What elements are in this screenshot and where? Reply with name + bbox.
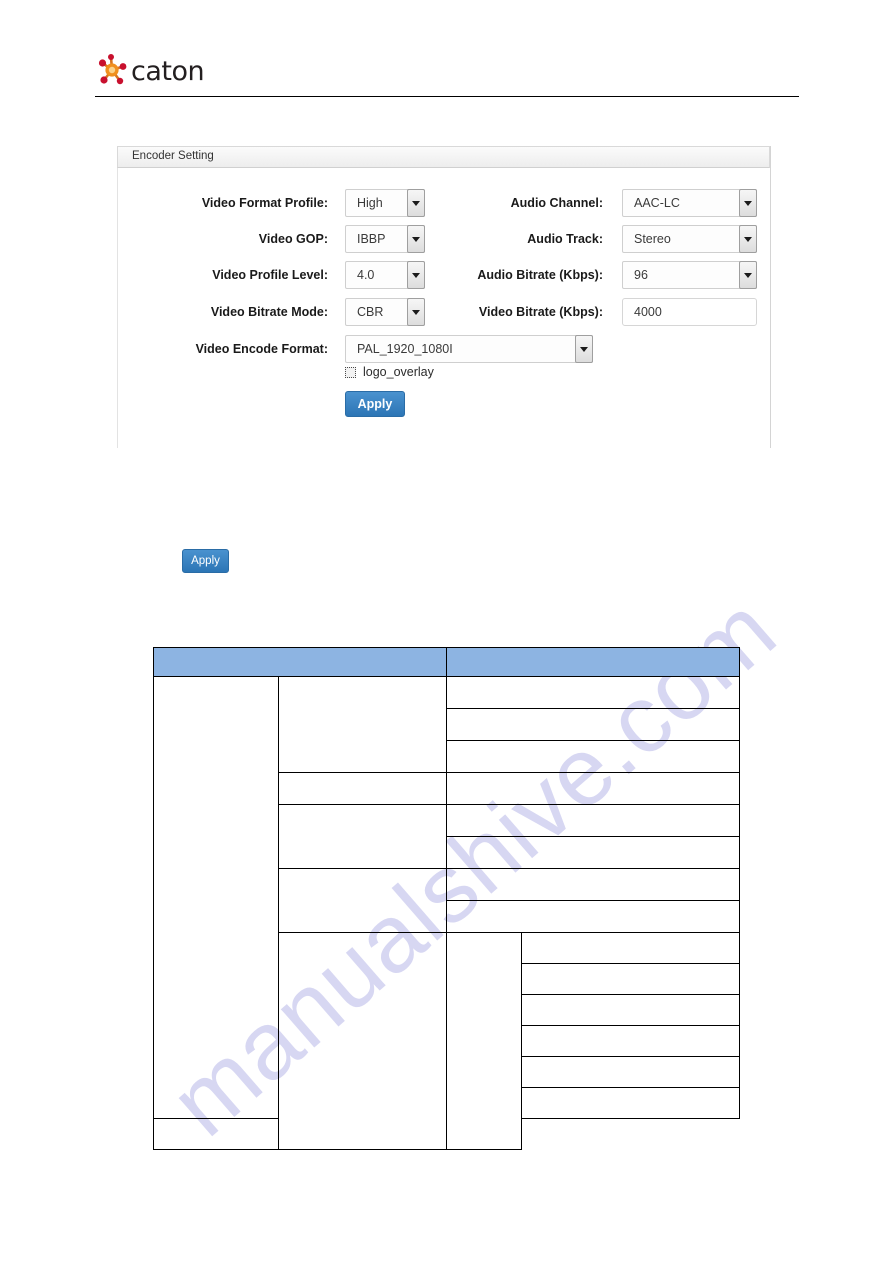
caton-molecule-logo-icon [96,53,130,87]
table-cell-detail [521,1087,740,1119]
panel-body: Video Format Profile: High Video GOP: IB… [117,168,770,448]
table-header-cell-2 [446,647,740,677]
select-video-bitrate-mode[interactable]: CBR [345,298,425,326]
table-cell-value [446,836,740,869]
table-cell-detail [521,994,740,1026]
table-cell-category [153,676,279,1119]
select-value-audio-track: Stereo [634,232,671,246]
table-cell-detail [521,1056,740,1088]
label-video-bitrate-mode: Video Bitrate Mode: [210,305,328,319]
label-video-gop: Video GOP: [258,232,328,246]
field-row-audio-bitrate: Audio Bitrate (Kbps): 96 [458,261,768,289]
select-audio-bitrate[interactable]: 96 [622,261,757,289]
table-cell-detail [521,932,740,964]
specification-table [153,647,740,1150]
table-row [153,676,740,1119]
label-audio-track: Audio Track: [527,232,603,246]
logo-overlay-row[interactable]: logo_overlay [345,365,434,379]
label-video-encode-format: Video Encode Format: [195,342,328,356]
panel-title: Encoder Setting [132,150,214,162]
table-cell-value [446,900,740,933]
chevron-down-icon[interactable] [407,298,425,326]
table-header-row [153,647,740,677]
label-video-profile-level: Video Profile Level: [212,268,328,282]
label-video-format-profile: Video Format Profile: [201,196,328,210]
chevron-down-icon[interactable] [407,225,425,253]
table-cell-value [446,708,740,741]
table-cell-subvalue [446,932,522,1150]
label-video-bitrate: Video Bitrate (Kbps): [478,305,603,319]
table-cell-subcategory [278,932,447,1150]
chevron-down-icon[interactable] [407,189,425,217]
chevron-down-icon[interactable] [407,261,425,289]
table-cell-value [446,772,740,805]
field-row-video-gop: Video GOP: IBBP [118,225,448,253]
field-row-audio-track: Audio Track: Stereo [458,225,768,253]
input-video-bitrate[interactable]: 4000 [622,298,757,326]
select-audio-channel[interactable]: AAC-LC [622,189,757,217]
table-cell-subcategory [278,772,447,805]
field-row-video-bitrate-mode: Video Bitrate Mode: CBR [118,298,448,326]
panel-titlebar: Encoder Setting [117,146,770,168]
field-row-video-bitrate: Video Bitrate (Kbps): 4000 [458,298,768,326]
table-cell-detail [521,1025,740,1057]
chevron-down-icon[interactable] [575,335,593,363]
select-video-profile-level[interactable]: 4.0 [345,261,425,289]
label-audio-channel: Audio Channel: [510,196,603,210]
chevron-down-icon[interactable] [739,261,757,289]
select-value-video-encode-format: PAL_1920_1080I [357,342,453,356]
table-cell-value [446,676,740,709]
select-video-encode-format[interactable]: PAL_1920_1080I [345,335,593,363]
select-video-format-profile[interactable]: High [345,189,425,217]
table-header-cell-1 [153,647,447,677]
brand-name: caton [131,55,205,87]
logo-overlay-label: logo_overlay [363,365,434,379]
label-audio-bitrate: Audio Bitrate (Kbps): [477,268,603,282]
brand-logo: caton [96,50,206,90]
select-audio-track[interactable]: Stereo [622,225,757,253]
field-row-audio-channel: Audio Channel: AAC-LC [458,189,768,217]
table-cell-subcategory [278,804,447,869]
chevron-down-icon[interactable] [739,189,757,217]
checkbox-unchecked-icon[interactable] [345,366,356,378]
select-value-audio-channel: AAC-LC [634,196,680,210]
select-value-audio-bitrate: 96 [634,268,648,282]
field-row-video-format-profile: Video Format Profile: High [118,189,448,217]
apply-button-standalone[interactable]: Apply [182,549,229,573]
table-cell-detail [153,1118,279,1150]
page-header: caton [0,0,893,110]
table-cell-value [446,868,740,901]
chevron-down-icon[interactable] [739,225,757,253]
header-divider [95,96,799,97]
select-video-gop[interactable]: IBBP [345,225,425,253]
encoder-setting-panel: Encoder Setting Video Format Profile: Hi… [117,146,771,448]
table-cell-value [446,740,740,773]
table-cell-subcategory [278,868,447,933]
table-cell-value [446,804,740,837]
field-row-video-encode-format: Video Encode Format: PAL_1920_1080I [118,335,598,363]
table-cell-detail [521,963,740,995]
apply-button[interactable]: Apply [345,391,405,417]
table-cell-subcategory [278,676,447,773]
field-row-video-profile-level: Video Profile Level: 4.0 [118,261,448,289]
